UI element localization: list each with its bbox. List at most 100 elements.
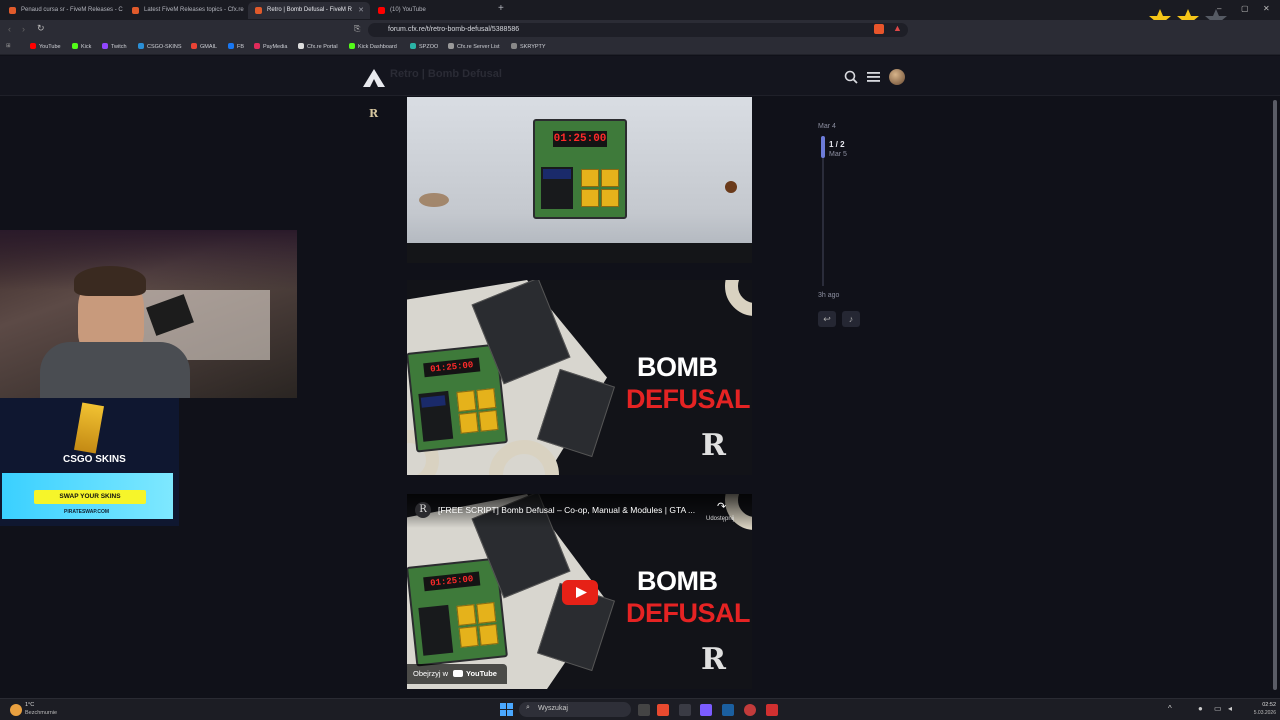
bookmark-label: Kick [81,44,92,50]
search-icon: ⌕ [526,704,530,711]
ad-brand: CSGO SKINS [63,454,126,465]
search-icon[interactable] [844,70,858,84]
share-label[interactable]: Udostępnij [706,516,734,522]
page-scrollbar[interactable] [1272,100,1278,692]
reply-button[interactable]: ↩ [818,311,836,327]
device-button [456,604,477,626]
forum-header [0,56,1280,96]
device-timer: 01:25:00 [423,357,481,378]
channel-avatar[interactable]: R [415,502,431,518]
close-window-icon[interactable]: ✕ [1263,4,1270,13]
promo-title-defusal: DEFUSAL [626,384,751,414]
back-icon[interactable]: ‹ [8,24,11,34]
bookmark-cfx-server-list[interactable]: Cfx.re Server List [448,43,499,50]
windows-start-icon[interactable] [500,703,513,716]
clock-date[interactable]: 5.03.2026 [1244,710,1276,716]
bookmark-paymedia[interactable]: PayMedia [254,43,287,50]
bookmark-kick[interactable]: Kick [72,43,91,50]
bookmark-gmail[interactable]: GMAIL [191,43,217,50]
youtube-play-button-icon[interactable] [562,580,598,605]
minimize-icon[interactable]: – [1217,4,1221,13]
task-view-icon[interactable] [638,704,650,716]
weather-icon[interactable] [10,704,22,716]
cam-backdrop [0,230,297,290]
bookmark-spzoo[interactable]: SPZOO [410,43,438,50]
bookmark-skrypty[interactable]: SKRYPTY [511,43,546,50]
forward-icon[interactable]: › [22,24,25,34]
discord-taskbar-icon[interactable] [700,704,712,716]
device-button [458,412,479,434]
share-icon[interactable]: ↷ [717,500,726,513]
bookmark-label: PayMedia [263,44,288,50]
apps-icon[interactable]: ⊞ [6,43,11,49]
post-image-promo[interactable]: 01:25:00 BOMB DEFUSAL R [407,280,752,475]
app-taskbar-icon[interactable] [744,704,756,716]
tab-favicon-icon [9,7,16,14]
bookmark-label: GMAIL [200,44,218,50]
brave-shield-icon[interactable] [874,24,884,34]
steam-taskbar-icon[interactable] [722,704,734,716]
browser-tab[interactable]: (10) YouTube [371,2,493,19]
bookmark-label: YouTube [39,44,61,50]
brave-rewards-icon[interactable]: ▲ [893,23,902,33]
topic-timeline: Mar 4 1 / 2 Mar 5 3h ago ↩ ♪ [818,120,908,330]
bookmark-label: Cfx.re Portal [307,44,338,50]
app-taskbar-icon[interactable] [766,704,778,716]
promo-title-bomb: BOMB [637,566,718,596]
youtube-embed[interactable]: 01:25:00 R [FREE SCRIPT] Bomb Defusal – … [407,494,752,689]
topic-title: Retro | Bomb Defusal [390,68,502,80]
clock-time[interactable]: 02:52 [1250,702,1276,708]
weather-temp: 1°C [25,702,35,708]
device-button [478,623,499,646]
device-button [456,390,477,412]
bookmark-csgo-skins[interactable]: CSGO-SKINS [138,43,182,50]
cfx-logo-icon[interactable] [363,69,385,87]
browser-tab[interactable]: Penaud cursa sr - FiveM Releases - C [2,2,124,19]
hamburger-menu-icon[interactable] [867,71,880,83]
taskbar-search-placeholder: Wyszukaj [538,705,568,712]
reload-icon[interactable]: ↻ [37,23,45,34]
retro-logo-icon: R [701,428,726,463]
user-avatar[interactable] [889,69,905,85]
timeline-handle[interactable] [821,136,825,158]
tray-chevron-icon[interactable]: ^ [1168,704,1172,713]
bookmark-twitch[interactable]: Twitch [102,43,127,50]
network-icon[interactable]: ▭ [1214,704,1222,713]
video-title[interactable]: [FREE SCRIPT] Bomb Defusal – Co-op, Manu… [438,505,698,515]
retro-logo-icon: R [701,642,726,677]
csgo-skins-ad[interactable]: CSGO SKINS SWAP YOUR SKINS PIRATESWAP.CO… [0,398,179,526]
browser-tab-bar: Penaud cursa sr - FiveM Releases - C Lat… [0,0,1280,29]
bookmark-icon[interactable]: ⎘ [354,24,360,34]
taskbar-search[interactable]: ⌕ Wyszukaj [519,702,631,717]
bookmark-kick-dashboard[interactable]: Kick Dashboard [349,43,397,50]
author-avatar-logo[interactable]: R [369,107,383,121]
post-image-device-top[interactable]: 01:25:00 [407,97,752,263]
volume-icon[interactable]: ◂ [1228,704,1232,713]
bookmark-fb[interactable]: FB [228,43,244,50]
watch-on-youtube-bar[interactable]: Obejrzyj w YouTube [407,664,507,684]
browser-tab-active[interactable]: Retro | Bomb Defusal - FiveM R ✕ [248,2,370,19]
app-taskbar-icon[interactable] [679,704,691,716]
scrollbar-thumb[interactable] [1273,100,1277,690]
youtube-favicon-icon [378,7,385,14]
ad-site: PIRATESWAP.COM [64,509,110,515]
timeline-start-date[interactable]: Mar 4 [818,123,836,130]
close-tab-icon[interactable]: ✕ [358,2,364,19]
notification-bell-icon[interactable]: ♪ [842,311,860,327]
image-bottom-shadow [407,243,752,263]
promo-title-bomb: BOMB [637,352,718,382]
maximize-icon[interactable]: ▢ [1241,4,1249,13]
bookmark-cfx-portal[interactable]: Cfx.re Portal [298,43,338,50]
timeline-end-date[interactable]: 3h ago [818,292,839,299]
url-field[interactable]: forum.cfx.re/t/retro-bomb-defusal/538858… [368,23,908,37]
device-button [478,409,499,432]
browser-tab[interactable]: Latest FiveM Releases topics - Cfx.re [125,2,247,19]
bookmark-youtube[interactable]: YouTube [30,43,61,50]
device-button [476,602,497,624]
floor-stain [419,193,449,207]
ad-cta-button[interactable]: SWAP YOUR SKINS [34,490,146,504]
device-timer: 01:25:00 [423,571,481,592]
new-tab-button[interactable]: + [498,3,504,14]
mic-icon[interactable]: ● [1198,704,1203,713]
brave-taskbar-icon[interactable] [657,704,669,716]
